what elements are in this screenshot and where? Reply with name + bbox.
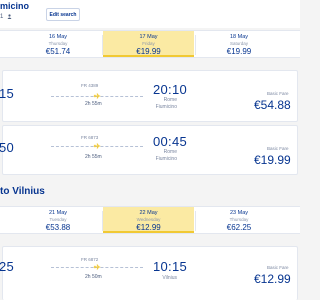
date-option-selected[interactable]: 17 May Friday €19.99 xyxy=(103,31,194,57)
date-label: 18 May xyxy=(229,34,249,40)
weekday-label: Thursday xyxy=(229,217,249,222)
date-label: 23 May xyxy=(229,210,249,216)
fare-price: €19.99 xyxy=(254,153,291,167)
arrival-airport: Fiumicino xyxy=(155,104,177,110)
fare-type-label: Basic Fare xyxy=(267,91,289,96)
date-price: €12.99 xyxy=(136,223,161,232)
plane-icon xyxy=(93,143,101,149)
flight-card[interactable]: 50 FR 6873 2h 55m 00:45 Rome Fiumicino B… xyxy=(0,125,298,175)
date-label: 21 May xyxy=(48,210,68,216)
edit-search-button[interactable]: Edit search xyxy=(46,8,80,21)
date-price: €19.99 xyxy=(136,47,161,56)
arrival-time: 20:10 xyxy=(153,82,188,97)
fare-type-label: Basic Fare xyxy=(267,265,289,270)
weekday-label: Tuesday xyxy=(49,217,67,222)
search-header xyxy=(0,0,300,28)
flight-duration: 2h 55m xyxy=(85,154,102,160)
flight-number: FR 4389 xyxy=(81,83,99,88)
fare-price: €12.99 xyxy=(254,272,291,286)
departure-time: 15 xyxy=(0,86,15,101)
departure-time: 25 xyxy=(0,259,15,274)
arrival-city: Rome xyxy=(163,97,177,103)
date-option[interactable]: 16 May Thursday €51.74 xyxy=(24,31,92,57)
passenger-count-value: 1 xyxy=(0,14,4,20)
date-label: 17 May xyxy=(139,34,158,40)
flight-card[interactable]: 25 FR 6872 2h 50m 10:15 Vilnius Basic Fa… xyxy=(0,246,298,300)
date-label: 22 May xyxy=(139,210,158,216)
flight-duration: 2h 55m xyxy=(85,101,102,107)
passenger-count: 1 xyxy=(0,14,12,20)
fare-price: €54.88 xyxy=(254,98,291,112)
date-option[interactable]: 21 May Tuesday €53.88 xyxy=(24,207,92,233)
weekday-label: Thursday xyxy=(48,41,68,46)
date-price: €53.88 xyxy=(45,223,71,232)
weekday-label: Friday xyxy=(142,41,155,46)
date-option[interactable]: 23 May Thursday €62.25 xyxy=(196,207,282,233)
date-option[interactable]: 18 May Saturday €19.99 xyxy=(196,31,282,57)
arrival-airport: Fiumicino xyxy=(155,156,177,162)
arrival-city: Vilnius xyxy=(162,275,177,281)
plane-icon xyxy=(93,264,101,270)
flight-number: FR 6872 xyxy=(81,257,99,262)
weekday-label: Saturday xyxy=(229,41,248,46)
weekday-label: Wednesday xyxy=(136,217,161,222)
return-date-strip: 21 May Tuesday €53.88 22 May Wednesday €… xyxy=(0,206,300,234)
outbound-date-strip: 16 May Thursday €51.74 17 May Friday €19… xyxy=(0,30,300,58)
arrival-time: 10:15 xyxy=(153,259,188,274)
flight-number: FR 6873 xyxy=(81,135,99,140)
arrival-time: 00:45 xyxy=(153,134,188,149)
date-label: 16 May xyxy=(48,34,68,40)
route-title: micino xyxy=(0,1,30,11)
return-section-title: to Vilnius xyxy=(0,186,45,197)
date-price: €62.25 xyxy=(226,223,252,232)
departure-time: 50 xyxy=(0,140,15,155)
date-price: €19.99 xyxy=(226,47,252,56)
person-icon xyxy=(7,14,12,19)
flight-card[interactable]: 15 FR 4389 2h 55m 20:10 Rome Fiumicino B… xyxy=(0,70,298,122)
plane-icon xyxy=(93,93,101,99)
date-price: €51.74 xyxy=(45,47,71,56)
arrival-city: Rome xyxy=(163,149,177,155)
fare-type-label: Basic Fare xyxy=(267,146,289,151)
flight-duration: 2h 50m xyxy=(85,274,102,280)
date-option-selected[interactable]: 22 May Wednesday €12.99 xyxy=(103,207,194,233)
